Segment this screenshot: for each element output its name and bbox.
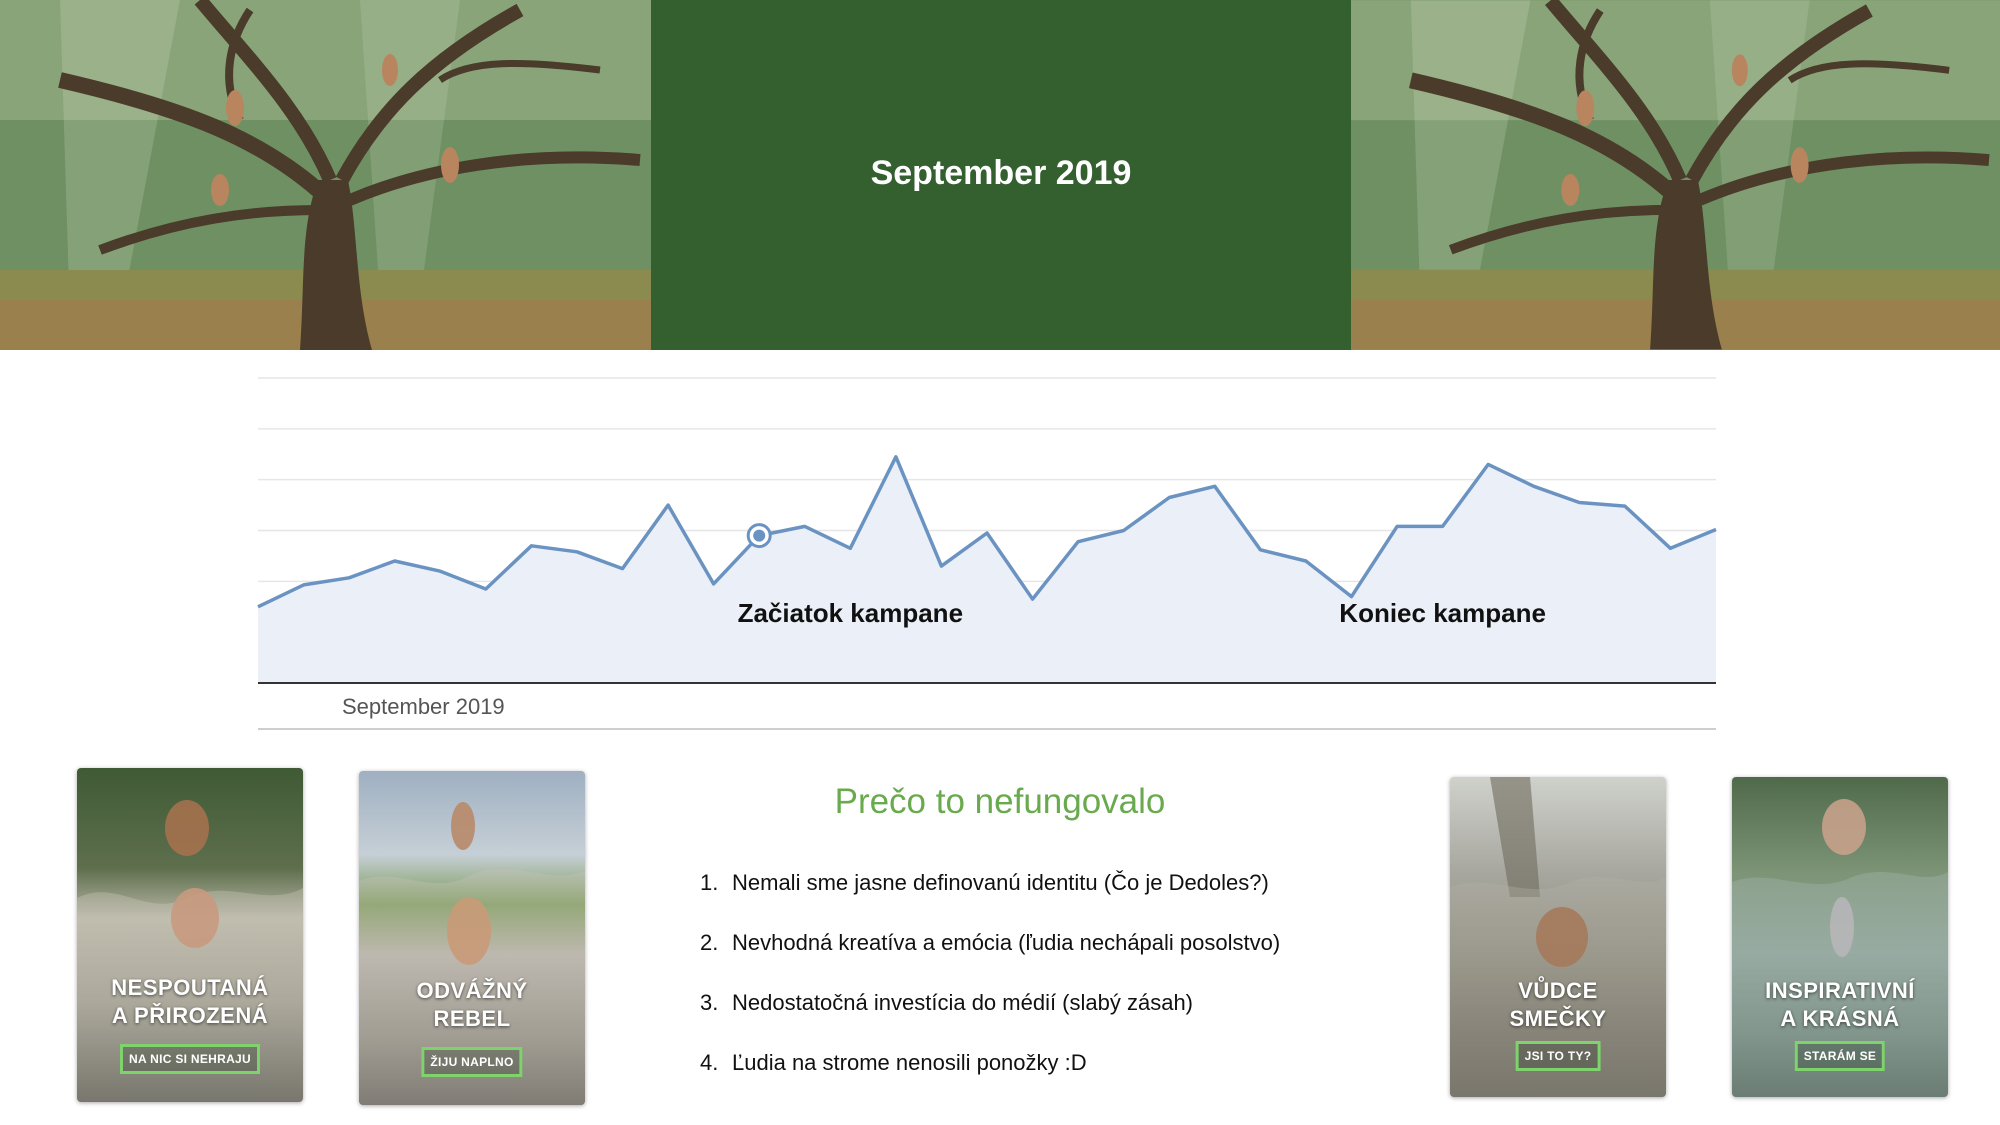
card-cta-button[interactable]: JSI TO TY? [1515, 1041, 1601, 1071]
card-title-line-1: NESPOUTANÁ [111, 975, 269, 1000]
card-title-line-1: VŮDCE [1518, 978, 1598, 1003]
list-item-text: Nevhodná kreatíva a emócia (ľudia necháp… [732, 930, 1281, 955]
traffic-area-chart: September 2019 Začiatok kampane Koniec k… [257, 377, 1717, 730]
card-title-line-1: ODVÁŽNÝ [416, 978, 528, 1003]
ad-card-3: VŮDCE SMEČKY JSI TO TY? [1450, 777, 1666, 1097]
x-tick-label: September 2019 [342, 694, 505, 719]
list-item-number: 3. [700, 990, 719, 1015]
list-item-number: 4. [700, 1050, 719, 1075]
section-heading: Prečo to nefungovalo [834, 782, 1166, 821]
highlight-point-dot [753, 529, 766, 542]
series-area-fill [258, 456, 1716, 683]
list-item-number: 2. [700, 930, 719, 955]
list-item-text: Nemali sme jasne definovanú identitu (Čo… [732, 870, 1269, 895]
card-title-line-2: A KRÁSNÁ [1780, 1006, 1900, 1031]
list-item: 3. Nedostatočná investícia do médií (sla… [700, 990, 1360, 1050]
list-item-text: Nedostatočná investícia do médií (slabý … [732, 990, 1194, 1015]
annotation-campaign-end: Koniec kampane [1339, 598, 1546, 628]
card-title: NESPOUTANÁ A PŘIROZENÁ [77, 974, 303, 1030]
annotation-campaign-start: Začiatok kampane [738, 598, 963, 628]
tree-photo-right [1351, 0, 2000, 350]
series-points [746, 523, 772, 549]
card-title-line-2: REBEL [433, 1006, 511, 1031]
tree-photo-left [0, 0, 651, 350]
card-title-line-1: INSPIRATIVNÍ [1765, 978, 1915, 1003]
card-title: VŮDCE SMEČKY [1450, 977, 1666, 1033]
ad-card-4: INSPIRATIVNÍ A KRÁSNÁ STARÁM SE [1732, 777, 1948, 1097]
list-item-number: 1. [700, 870, 719, 895]
card-cta-button[interactable]: ŽIJU NAPLNO [421, 1047, 523, 1077]
ad-card-1: NESPOUTANÁ A PŘIROZENÁ NA NIC SI NEHRAJU [77, 768, 303, 1102]
card-title-line-2: A PŘIROZENÁ [111, 1003, 269, 1028]
list-item-text: Ľudia na strome nenosili ponožky :D [732, 1050, 1087, 1075]
ad-card-2: ODVÁŽNÝ REBEL ŽIJU NAPLNO [359, 771, 585, 1105]
list-item: 2. Nevhodná kreatíva a emócia (ľudia nec… [700, 930, 1360, 990]
tree-illustration [0, 0, 651, 350]
card-cta-button[interactable]: STARÁM SE [1794, 1041, 1886, 1071]
card-title: INSPIRATIVNÍ A KRÁSNÁ [1732, 977, 1948, 1033]
page-title: September 2019 [870, 153, 1132, 192]
list-item: 1. Nemali sme jasne definovanú identitu … [700, 870, 1360, 930]
card-title: ODVÁŽNÝ REBEL [359, 977, 585, 1033]
reasons-list: 1. Nemali sme jasne definovanú identitu … [700, 870, 1360, 1110]
card-cta-button[interactable]: NA NIC SI NEHRAJU [119, 1044, 261, 1074]
list-item: 4. Ľudia na strome nenosili ponožky :D [700, 1050, 1360, 1110]
title-panel: September 2019 [651, 0, 1351, 350]
card-title-line-2: SMEČKY [1509, 1006, 1607, 1031]
tree-illustration [1351, 0, 2000, 350]
